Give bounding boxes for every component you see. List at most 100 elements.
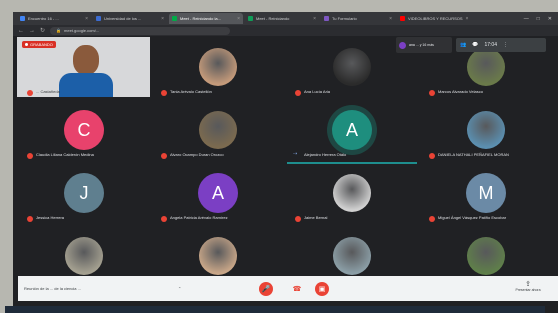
meeting-toolbar: 👥 💬 17:04 ⋮ — [456, 38, 546, 52]
participant-name: Tania Arévalo Castellón — [170, 89, 212, 94]
avatar — [333, 174, 371, 212]
tab-label: Universidad de los ... — [104, 16, 142, 21]
participant-tile[interactable]: Alvaro Ocampo Duran Orozco — [151, 100, 284, 160]
browser-tab[interactable]: Meet - Reiniciando × — [245, 13, 319, 24]
browser-tab[interactable]: Tu Formulario × — [321, 13, 395, 24]
speaking-icon: ⇢ — [293, 151, 298, 157]
camera-off-button[interactable]: ▣ — [315, 282, 329, 296]
mic-muted-icon — [161, 90, 167, 96]
participant-tile[interactable]: J Jessica Herrera — [17, 163, 150, 223]
mic-muted-icon — [429, 90, 435, 96]
tab-close-icon[interactable]: × — [237, 16, 240, 22]
participant-tile[interactable]: DANIELA NATHALI PEÑAFIEL MORAN — [419, 100, 552, 160]
reload-icon[interactable]: ↻ — [40, 27, 45, 34]
avatar — [399, 41, 406, 49]
back-icon[interactable]: ← — [18, 28, 24, 34]
camera-off-icon: ▣ — [318, 286, 326, 293]
tab-close-icon[interactable]: × — [466, 16, 469, 22]
participant-tile[interactable]: A ⇢ Alejandro Herrera Otálo — [285, 100, 418, 164]
meeting-title[interactable]: Reunión de la ... de la ciencia ... — [24, 286, 81, 291]
present-label: Presentar ahora — [515, 288, 541, 292]
url-text: meet.google.com/... — [64, 28, 100, 33]
recording-label: GRABANDO — [30, 42, 53, 47]
recording-badge: GRABANDO — [22, 41, 56, 48]
mic-off-button[interactable]: 🎤 — [259, 282, 273, 296]
avatar: A — [332, 110, 372, 150]
browser-window: Encuentro 16 - ... × Universidad de los ..… — [13, 12, 558, 313]
participant-name: Jaime Bernal — [304, 215, 328, 220]
present-now-button[interactable]: ⇪ Presentar ahora — [508, 280, 548, 292]
chevron-down-icon[interactable]: ⌃ — [178, 286, 181, 291]
favicon-icon — [172, 16, 177, 21]
mic-muted-icon — [161, 153, 167, 159]
favicon-icon — [96, 16, 101, 21]
avatar: J — [64, 173, 104, 213]
participant-name: ... Castañeda — [36, 89, 60, 94]
hang-up-button[interactable]: ☎ — [290, 282, 304, 296]
phone-hangup-icon: ☎ — [292, 286, 302, 293]
tab-label: Encuentro 16 - ... — [28, 16, 59, 21]
avatar — [467, 48, 505, 86]
participant-tile[interactable]: C Claudia Liliana Calderón Medina — [17, 100, 150, 160]
address-bar: ← → ↻ 🔒 meet.google.com/... — [13, 25, 558, 36]
browser-tab[interactable]: Universidad de los ... × — [93, 13, 167, 24]
url-field[interactable]: 🔒 meet.google.com/... — [50, 26, 231, 35]
tab-label: Tu Formulario — [332, 16, 357, 21]
tab-close-icon[interactable]: × — [389, 16, 392, 22]
avatar — [467, 111, 505, 149]
meeting-clock: 17:04 — [484, 42, 497, 48]
participant-grid: GRABANDO ... Castañeda Tania Arévalo Caste… — [17, 37, 551, 281]
participant-name: Marcos Alvarado Velasco — [438, 89, 483, 94]
browser-tab[interactable]: VIDEOLIBROS Y RECURSOS × — [397, 13, 471, 24]
favicon-icon — [324, 16, 329, 21]
participant-name: DANIELA NATHALI PEÑAFIEL MORAN — [438, 152, 509, 157]
participant-name: Ana Lucía Aria — [304, 89, 331, 94]
participant-tile[interactable]: Tania Arévalo Castellón — [151, 37, 284, 97]
mic-muted-icon — [295, 216, 301, 222]
tab-label: VIDEOLIBROS Y RECURSOS — [408, 16, 463, 21]
tab-bar: Encuentro 16 - ... × Universidad de los ..… — [13, 12, 558, 25]
avatar — [199, 237, 237, 275]
window-controls[interactable]: — □ ✕ — [524, 16, 558, 22]
meeting-control-bar: Reunión de la ... de la ciencia ... ⌃ 🎤 … — [18, 276, 558, 301]
avatar — [199, 48, 237, 86]
tab-close-icon[interactable]: × — [313, 16, 316, 22]
tab-label: Meet - Reiniciando — [256, 16, 290, 21]
person-head — [73, 45, 99, 75]
mic-muted-icon — [161, 216, 167, 222]
toast-text: ana ... y 16 más — [409, 43, 434, 47]
avatar — [199, 111, 237, 149]
participant-name: Alejandro Herrera Otálo — [304, 152, 347, 157]
minimize-icon[interactable]: — — [524, 16, 529, 22]
more-icon[interactable]: ⋮ — [503, 42, 508, 48]
avatar — [467, 237, 505, 275]
forward-icon[interactable]: → — [29, 28, 35, 34]
person-body — [59, 73, 113, 97]
tab-label: Meet - Reiniciando la... — [180, 16, 221, 21]
record-dot-icon — [25, 43, 28, 46]
participant-tile[interactable]: GRABANDO ... Castañeda — [17, 37, 150, 97]
favicon-icon — [248, 16, 253, 21]
participants-toast[interactable]: ana ... y 16 más — [396, 37, 452, 53]
tab-close-icon[interactable]: × — [85, 16, 88, 22]
avatar: C — [64, 110, 104, 150]
people-icon[interactable]: 👥 — [460, 42, 466, 48]
maximize-icon[interactable]: □ — [537, 16, 540, 22]
participant-tile[interactable]: A Angela Patricia Arévalo Ramírez — [151, 163, 284, 223]
mic-muted-icon — [429, 153, 435, 159]
present-icon: ⇪ — [525, 281, 531, 288]
participant-name: Alvaro Ocampo Duran Orozco — [170, 152, 224, 157]
participant-tile[interactable]: M Miguel Ángel Vásquez Patiño Escobar — [419, 163, 552, 223]
avatar: A — [198, 173, 238, 213]
browser-tab[interactable]: Meet - Reiniciando la... × — [169, 13, 243, 24]
favicon-icon — [20, 16, 25, 21]
avatar: M — [466, 173, 506, 213]
tab-close-icon[interactable]: × — [161, 16, 164, 22]
close-icon[interactable]: ✕ — [548, 16, 552, 22]
chat-icon[interactable]: 💬 — [472, 42, 478, 48]
mic-muted-icon — [27, 153, 33, 159]
participant-tile[interactable]: Jaime Bernal — [285, 163, 418, 223]
browser-tab[interactable]: Encuentro 16 - ... × — [17, 13, 91, 24]
lock-icon: 🔒 — [56, 28, 62, 33]
participant-name: Claudia Liliana Calderón Medina — [36, 152, 94, 157]
